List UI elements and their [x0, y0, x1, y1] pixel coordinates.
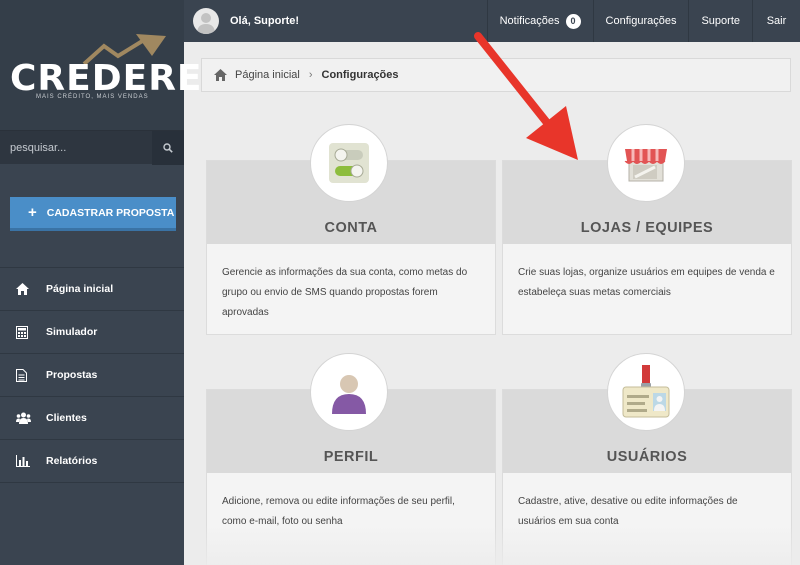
support-link[interactable]: Suporte	[688, 0, 752, 42]
sidebar: CREDERE MAIS CRÉDITO, MAIS VENDAS + CADA…	[0, 0, 202, 565]
sidebar-item-label: Propostas	[46, 369, 98, 381]
calculator-icon	[16, 325, 28, 339]
home-icon	[16, 283, 29, 295]
card-description: Cadastre, ative, desative ou edite infor…	[518, 496, 738, 527]
user-greeting: Olá, Suporte!	[230, 15, 300, 27]
add-proposal-label: CADASTRAR PROPOSTA	[46, 206, 175, 219]
search-button[interactable]	[152, 130, 184, 165]
sidebar-item-proposals[interactable]: Propostas	[0, 354, 184, 397]
sidebar-item-label: Relatórios	[46, 455, 98, 467]
card-title: USUÁRIOS	[606, 449, 688, 465]
add-proposal-button[interactable]: + CADASTRAR PROPOSTA	[10, 197, 176, 231]
bar-chart-icon	[16, 455, 30, 467]
card-description: Gerencie as informações da sua conta, co…	[222, 267, 468, 318]
search-icon	[163, 142, 173, 153]
brand-name: CREDERE	[10, 58, 203, 99]
bottom-fade	[184, 525, 800, 565]
document-icon	[16, 368, 27, 382]
chevron-right-icon: ›	[308, 69, 313, 81]
settings-link[interactable]: Configurações	[592, 0, 689, 42]
notifications-badge: 0	[565, 13, 581, 29]
home-icon[interactable]	[214, 69, 227, 81]
top-bar: Olá, Suporte! Notificações 0 Configuraçõ…	[184, 0, 800, 42]
sidebar-item-label: Clientes	[46, 412, 87, 424]
plus-icon: +	[28, 204, 37, 221]
card-description: Crie suas lojas, organize usuários em eq…	[518, 267, 775, 298]
stores-card-icon[interactable]	[607, 124, 685, 202]
sidebar-nav: Página inicial Simulador Propostas Clien…	[0, 267, 184, 483]
toggle-switches-icon	[329, 143, 369, 183]
user-avatar-icon	[197, 13, 215, 34]
notifications-link[interactable]: Notificações 0	[486, 0, 593, 42]
sidebar-item-clients[interactable]: Clientes	[0, 397, 184, 440]
logout-link[interactable]: Sair	[752, 0, 800, 42]
card-title: CONTA	[324, 220, 378, 236]
breadcrumb: Página inicial › Configurações	[201, 58, 791, 92]
sidebar-item-simulator[interactable]: Simulador	[0, 311, 184, 354]
store-icon	[624, 149, 667, 182]
sidebar-item-label: Simulador	[46, 326, 98, 338]
sidebar-item-label: Página inicial	[46, 283, 114, 295]
card-title: LOJAS / EQUIPES	[580, 220, 714, 236]
card-description: Adicione, remova ou edite informações de…	[222, 496, 455, 527]
search-bar	[0, 130, 184, 165]
sidebar-item-home[interactable]: Página inicial	[0, 268, 184, 311]
sidebar-item-reports[interactable]: Relatórios	[0, 440, 184, 483]
search-input[interactable]	[0, 130, 152, 165]
users-icon	[16, 412, 31, 424]
id-badge-icon	[622, 365, 670, 418]
brand-logo[interactable]: CREDERE MAIS CRÉDITO, MAIS VENDAS	[0, 0, 202, 130]
account-card-icon[interactable]	[310, 124, 388, 202]
person-icon	[332, 375, 366, 414]
profile-card-icon[interactable]	[310, 353, 388, 431]
notifications-label: Notificações	[499, 15, 560, 27]
brand-tagline: MAIS CRÉDITO, MAIS VENDAS	[36, 94, 149, 100]
card-title: PERFIL	[323, 449, 379, 465]
avatar[interactable]	[193, 8, 219, 34]
breadcrumb-current: Configurações	[321, 69, 399, 81]
breadcrumb-home-link[interactable]: Página inicial	[235, 69, 300, 81]
users-card-icon[interactable]	[607, 353, 685, 431]
